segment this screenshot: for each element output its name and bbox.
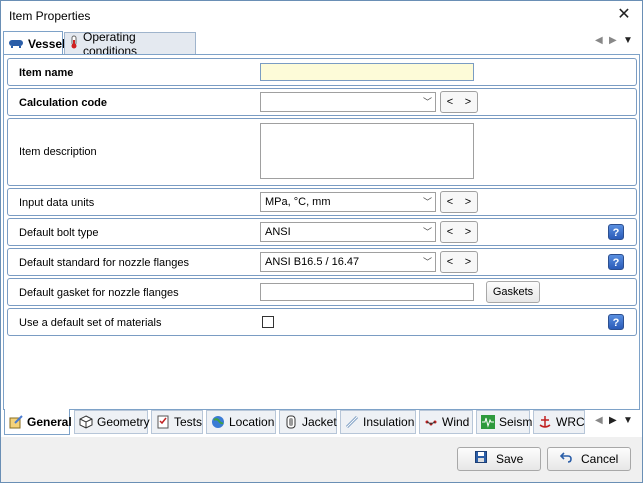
tab-location[interactable]: Location	[206, 410, 276, 434]
tab-jacket-label: Jacket	[302, 415, 337, 429]
default-gasket-input[interactable]	[260, 283, 474, 301]
wind-icon	[424, 415, 438, 429]
tab-scroll-left-icon[interactable]: ◀	[595, 35, 603, 46]
default-standard-flanges-nav: < >	[440, 251, 478, 273]
row-item-description: Item description	[7, 118, 637, 186]
tab-wrc-label: WRC	[556, 415, 585, 429]
seism-icon	[481, 415, 495, 429]
close-icon[interactable]: ✕	[614, 5, 634, 25]
item-properties-window: Item Properties ✕ Vessel Operating condi…	[0, 0, 643, 483]
tab-list-dropdown-icon[interactable]: ▼	[623, 35, 633, 46]
undo-icon	[559, 448, 572, 470]
next-button[interactable]: >	[459, 192, 477, 212]
prev-button[interactable]: <	[441, 192, 459, 212]
default-materials-label: Use a default set of materials	[19, 317, 162, 329]
bottom-tab-strip: General Geometry Tests Location Jacket I…	[3, 409, 640, 436]
prev-button[interactable]: <	[441, 92, 459, 112]
help-icon[interactable]: ?	[608, 224, 624, 240]
row-calculation-code: Calculation code ﹀ < >	[7, 88, 637, 116]
tab-tests[interactable]: Tests	[151, 410, 203, 434]
dialog-footer: Save Cancel	[1, 437, 642, 482]
row-default-bolt-type: Default bolt type ANSI ﹀ < > ?	[7, 218, 637, 246]
cancel-button[interactable]: Cancel	[547, 447, 631, 471]
chevron-down-icon: ﹀	[422, 227, 432, 237]
bottom-tab-list-dropdown-icon[interactable]: ▼	[623, 415, 633, 426]
next-button[interactable]: >	[459, 252, 477, 272]
prev-button[interactable]: <	[441, 222, 459, 242]
title-bar: Item Properties ✕	[1, 1, 642, 31]
default-bolt-type-value: ANSI	[265, 226, 291, 238]
cancel-button-label: Cancel	[580, 452, 619, 466]
tab-insulation-label: Insulation	[363, 415, 415, 429]
tab-tests-label: Tests	[174, 415, 203, 429]
default-standard-flanges-select[interactable]: ANSI B16.5 / 16.47 ﹀	[260, 252, 436, 272]
tab-vessel[interactable]: Vessel	[3, 31, 66, 55]
tab-seism[interactable]: Seism	[476, 410, 533, 434]
help-icon[interactable]: ?	[608, 254, 624, 270]
tab-jacket[interactable]: Jacket	[279, 410, 337, 434]
tab-seism-label: Seism	[499, 415, 533, 429]
input-data-units-label: Input data units	[19, 197, 95, 209]
window-title: Item Properties	[9, 9, 91, 23]
default-standard-flanges-value: ANSI B16.5 / 16.47	[265, 256, 360, 268]
vessel-icon	[8, 37, 24, 51]
save-button[interactable]: Save	[457, 447, 541, 471]
input-data-units-nav: < >	[440, 191, 478, 213]
geometry-icon	[79, 415, 93, 429]
tab-general-label: General	[27, 414, 72, 429]
calculation-code-label: Calculation code	[19, 97, 108, 109]
save-button-label: Save	[495, 452, 524, 466]
tab-general[interactable]: General	[4, 409, 72, 435]
tab-wrc[interactable]: WRC	[533, 410, 585, 434]
calculation-code-nav: < >	[440, 91, 478, 113]
default-bolt-type-nav: < >	[440, 221, 478, 243]
vessel-panel: Item name Calculation code ﹀ < > Item de…	[3, 54, 640, 410]
tab-geometry[interactable]: Geometry	[74, 410, 150, 434]
next-button[interactable]: >	[459, 92, 477, 112]
bottom-tab-scroll-left-icon[interactable]: ◀	[595, 415, 603, 426]
top-tab-strip: Vessel Operating conditions ◀ ▶ ▼	[1, 30, 642, 58]
tab-location-label: Location	[229, 415, 275, 429]
tab-scroll-right-icon[interactable]: ▶	[609, 35, 617, 46]
item-name-label: Item name	[19, 67, 74, 79]
gaskets-button[interactable]: Gaskets	[486, 281, 540, 303]
insulation-icon	[345, 415, 359, 429]
item-name-input[interactable]	[260, 63, 474, 81]
bottom-tab-scroll-right-icon[interactable]: ▶	[609, 415, 617, 426]
next-button[interactable]: >	[459, 222, 477, 242]
floppy-disk-icon	[474, 448, 487, 470]
tab-operating-conditions[interactable]: Operating conditions	[64, 30, 196, 58]
default-standard-flanges-label: Default standard for nozzle flanges	[19, 257, 189, 269]
input-data-units-value: MPa, °C, mm	[265, 196, 331, 208]
jacket-icon	[284, 415, 298, 429]
chevron-down-icon: ﹀	[422, 197, 432, 207]
row-default-standard-flanges: Default standard for nozzle flanges ANSI…	[7, 248, 637, 276]
calculation-code-select[interactable]: ﹀	[260, 92, 436, 112]
default-gasket-label: Default gasket for nozzle flanges	[19, 287, 179, 299]
prev-button[interactable]: <	[441, 252, 459, 272]
help-icon[interactable]: ?	[608, 314, 624, 330]
thermometer-icon	[69, 35, 79, 52]
tab-vessel-label: Vessel	[28, 36, 66, 51]
input-data-units-select[interactable]: MPa, °C, mm ﹀	[260, 192, 436, 212]
item-description-label: Item description	[19, 146, 97, 158]
tab-wind-label: Wind	[442, 415, 470, 429]
row-default-materials: Use a default set of materials ?	[7, 308, 637, 336]
tests-icon	[156, 415, 170, 429]
row-item-name: Item name	[7, 58, 637, 86]
default-materials-checkbox[interactable]	[262, 316, 274, 328]
chevron-down-icon: ﹀	[422, 257, 432, 267]
row-input-data-units: Input data units MPa, °C, mm ﹀ < >	[7, 188, 637, 216]
wrc-icon	[538, 415, 552, 429]
general-icon	[9, 414, 23, 429]
default-bolt-type-select[interactable]: ANSI ﹀	[260, 222, 436, 242]
item-description-textarea[interactable]	[260, 123, 474, 179]
tab-wind[interactable]: Wind	[419, 410, 473, 434]
tab-geometry-label: Geometry	[97, 415, 150, 429]
tab-insulation[interactable]: Insulation	[340, 410, 416, 434]
globe-icon	[211, 415, 225, 429]
default-bolt-type-label: Default bolt type	[19, 227, 99, 239]
row-default-gasket: Default gasket for nozzle flanges Gasket…	[7, 278, 637, 306]
chevron-down-icon: ﹀	[422, 97, 432, 107]
